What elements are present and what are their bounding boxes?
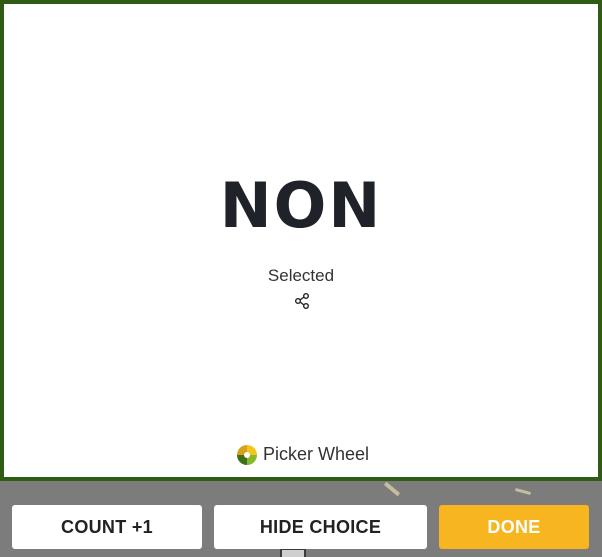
picker-wheel-logo-icon [237, 444, 257, 465]
selected-label: Selected [267, 266, 335, 285]
confetti-piece [383, 481, 401, 497]
result-title: NON [219, 169, 383, 242]
share-icon[interactable] [293, 292, 311, 310]
brand-name: Picker Wheel [263, 444, 370, 464]
count-plus-one-button[interactable]: COUNT +1 [12, 505, 202, 549]
brand-footer[interactable]: Picker Wheel [237, 444, 369, 465]
hide-choice-button[interactable]: HIDE CHOICE [214, 505, 427, 549]
result-overlay: NON Selected Picker Wheel COUNT +1 HIDE … [0, 0, 602, 557]
background-document-icon [280, 548, 306, 557]
result-card: NON Selected Picker Wheel [0, 0, 602, 481]
confetti-piece [514, 487, 532, 496]
done-button[interactable]: DONE [439, 505, 589, 549]
